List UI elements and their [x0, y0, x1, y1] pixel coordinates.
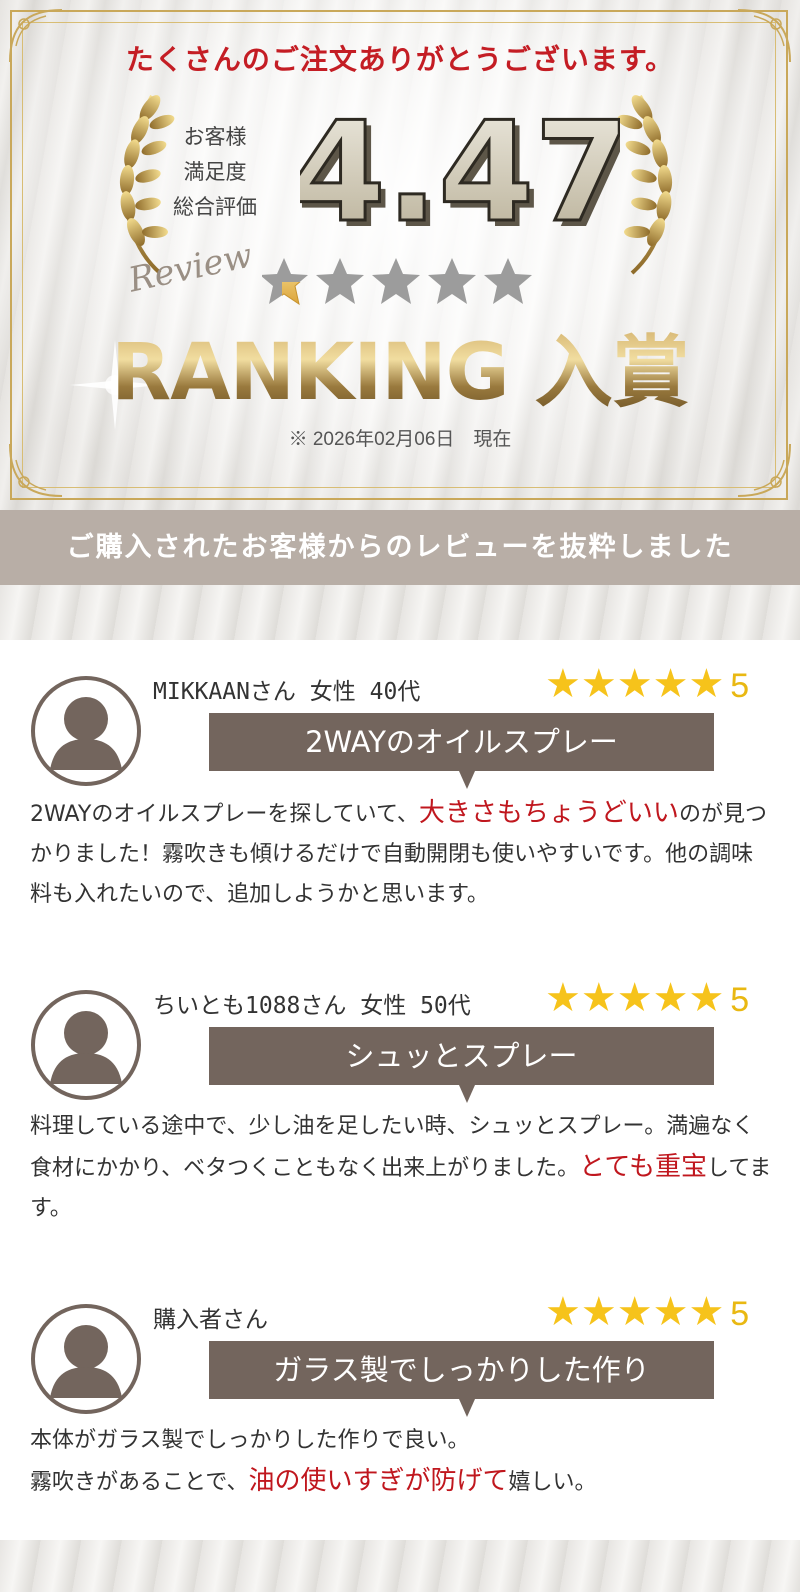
- user-avatar-icon: [31, 676, 141, 786]
- as-of-date: ※ 2026年02月06日 現在: [288, 429, 512, 450]
- laurel-right-icon: [617, 95, 673, 275]
- review-card: ちいとも1088さん 女性 50代 ★★★★★ 5 シュッとスプレー 料理している…: [0, 954, 800, 1254]
- review-body: 2WAYのオイルスプレーを探していて、大きさもちょうどいいのが見つかりました！霧…: [30, 793, 775, 915]
- satisfaction-label: お客様 満足度 総合評価: [160, 120, 270, 225]
- label-line: お客様: [183, 125, 247, 149]
- review-headline: ガラス製でしっかりした作り: [209, 1341, 714, 1417]
- star-icon: [484, 258, 532, 304]
- review-rating: ★★★★★ 5: [545, 662, 749, 706]
- reviewer-name: 購入者さん: [153, 1307, 268, 1333]
- reviewer-name: ちいとも1088さん 女性 50代: [153, 993, 471, 1019]
- star-icon: [262, 258, 309, 305]
- rating-value: 5: [730, 981, 750, 1019]
- ranking-award-title: RANKING 入賞: [0, 328, 800, 418]
- label-line: 満足度: [183, 160, 247, 184]
- review-headline: シュッとスプレー: [209, 1027, 714, 1103]
- overall-score: 4.47 4.47: [300, 100, 620, 250]
- reviewer-name: MIKKAANさん 女性 40代: [153, 679, 421, 705]
- review-list: MIKKAANさん 女性 40代 ★★★★★ 5 2WAYのオイルスプレー 2WA…: [0, 640, 800, 1540]
- star-icon: ★★★★★: [545, 1289, 725, 1335]
- review-card: MIKKAANさん 女性 40代 ★★★★★ 5 2WAYのオイルスプレー 2WA…: [0, 640, 800, 940]
- rating-value: 5: [730, 1295, 750, 1333]
- star-icon: ★★★★★: [545, 975, 725, 1021]
- thanks-title: たくさんのご注文ありがとうございます。: [125, 43, 675, 76]
- decorative-curtain-strip: [0, 585, 800, 640]
- user-avatar-icon: [31, 990, 141, 1100]
- review-rating: ★★★★★ 5: [545, 1290, 749, 1334]
- body-highlight: とても重宝: [579, 1152, 708, 1182]
- review-headline: 2WAYのオイルスプレー: [209, 713, 714, 789]
- decorative-curtain-strip: [0, 1540, 800, 1592]
- review-body: 料理している途中で、少し油を足したい時、シュッとスプレー。満遍なく食材にかかり、…: [30, 1107, 775, 1229]
- rating-value: 5: [730, 667, 750, 705]
- star-icon: [372, 258, 420, 304]
- star-icon: [428, 258, 476, 304]
- ranking-hero: たくさんのご注文ありがとうございます。 お客様 満足度 総合評価 4.47 4.…: [0, 0, 800, 510]
- star-icon: ★★★★★: [545, 661, 725, 707]
- body-highlight: 大きさもちょうどいい: [418, 798, 679, 828]
- review-card: 購入者さん ★★★★★ 5 ガラス製でしっかりした作り 本体がガラス製でしっかりし…: [0, 1268, 800, 1568]
- body-text: 2WAYのオイルスプレーを探していて、: [30, 802, 419, 827]
- review-body: 本体がガラス製でしっかりした作りで良い。 霧吹きがあることで、油の使いすぎが防げ…: [30, 1421, 775, 1503]
- review-rating: ★★★★★ 5: [545, 976, 749, 1020]
- score-stars: [262, 258, 532, 305]
- body-highlight: 油の使いすぎが防げて: [248, 1466, 509, 1496]
- star-icon: [316, 258, 364, 304]
- body-text: 嬉しい。: [508, 1470, 597, 1495]
- reviews-section-banner: ご購入されたお客様からのレビューを抜粋しました: [0, 510, 800, 585]
- score-value: 4.47: [300, 100, 620, 250]
- user-avatar-icon: [31, 1304, 141, 1414]
- label-line: 総合評価: [173, 195, 257, 219]
